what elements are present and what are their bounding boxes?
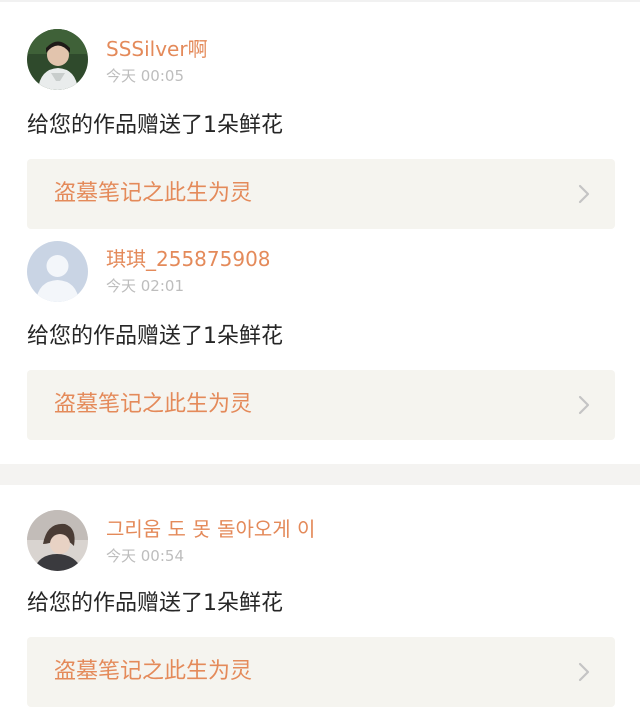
section-separator	[0, 464, 640, 485]
avatar[interactable]	[27, 510, 88, 571]
timestamp: 今天 00:54	[106, 547, 184, 565]
user-name[interactable]: 그리움 도 못 돌아오게 이	[106, 517, 315, 541]
work-link-card[interactable]: 盗墓笔记之此生为灵	[27, 637, 615, 707]
notification-message: 给您的作品赠送了1朵鲜花	[27, 591, 283, 616]
chevron-right-icon	[578, 395, 590, 415]
notification-message: 给您的作品赠送了1朵鲜花	[27, 324, 283, 349]
default-user-avatar[interactable]	[27, 241, 88, 302]
user-name[interactable]: SSSilver啊	[106, 37, 208, 61]
work-link-card[interactable]: 盗墓笔记之此生为灵	[27, 370, 615, 440]
notification-feed: SSSilver啊 今天 00:05 给您的作品赠送了1朵鲜花 盗墓笔记之此生为…	[0, 2, 640, 717]
chevron-right-icon	[578, 662, 590, 682]
timestamp: 今天 00:05	[106, 67, 184, 85]
work-link-card[interactable]: 盗墓笔记之此生为灵	[27, 159, 615, 229]
work-title: 盗墓笔记之此生为灵	[54, 181, 253, 206]
notification-item: 琪琪_255875908 今天 02:01 给您的作品赠送了1朵鲜花 盗墓笔记之…	[0, 230, 640, 464]
avatar[interactable]	[27, 29, 88, 90]
work-title: 盗墓笔记之此生为灵	[54, 659, 253, 684]
timestamp: 今天 02:01	[106, 277, 184, 295]
user-name[interactable]: 琪琪_255875908	[106, 247, 271, 271]
notification-item: SSSilver啊 今天 00:05 给您的作品赠送了1朵鲜花 盗墓笔记之此生为…	[0, 2, 640, 230]
work-title: 盗墓笔记之此生为灵	[54, 392, 253, 417]
notification-message: 给您的作品赠送了1朵鲜花	[27, 113, 283, 138]
notification-item: 그리움 도 못 돌아오게 이 今天 00:54 给您的作品赠送了1朵鲜花 盗墓笔…	[0, 485, 640, 717]
chevron-right-icon	[578, 184, 590, 204]
